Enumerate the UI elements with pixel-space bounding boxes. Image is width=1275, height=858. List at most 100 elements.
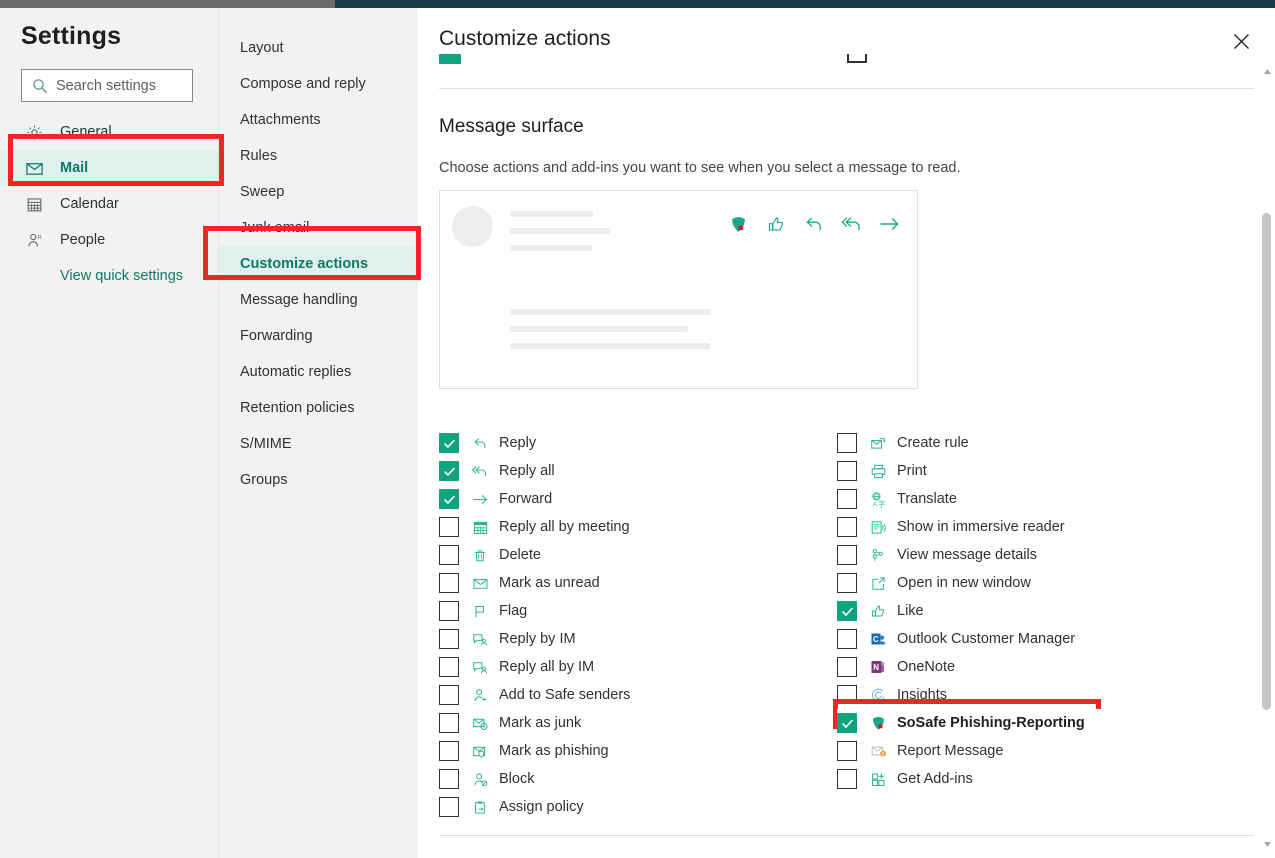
action-label: Show in immersive reader xyxy=(897,519,1065,535)
action-row-delete[interactable]: Delete xyxy=(439,541,839,569)
sidebar-item-label: Mail xyxy=(60,160,88,176)
checkbox[interactable] xyxy=(439,685,459,705)
action-row-get-add-ins[interactable]: Get Add-ins xyxy=(837,765,1237,793)
checkbox[interactable] xyxy=(837,461,857,481)
action-row-show-in-immersive-reader[interactable]: Show in immersive reader xyxy=(837,513,1237,541)
checkbox[interactable] xyxy=(439,629,459,649)
action-row-flag[interactable]: Flag xyxy=(439,597,839,625)
mail-settings-nav: Layout Compose and reply Attachments Rul… xyxy=(218,8,419,858)
checkbox[interactable] xyxy=(439,433,459,453)
action-row-add-to-safe-senders[interactable]: Add to Safe senders xyxy=(439,681,839,709)
checkbox[interactable] xyxy=(837,573,857,593)
action-row-mark-as-phishing[interactable]: Mark as phishing xyxy=(439,737,839,765)
trash-icon xyxy=(467,547,493,564)
panel-scrollbar[interactable] xyxy=(1259,8,1275,858)
action-row-reply-all-by-meeting[interactable]: Reply all by meeting xyxy=(439,513,839,541)
action-row-reply[interactable]: Reply xyxy=(439,429,839,457)
nav-forwarding[interactable]: Forwarding xyxy=(219,318,419,354)
action-row-mark-as-unread[interactable]: Mark as unread xyxy=(439,569,839,597)
scroll-thumb[interactable] xyxy=(1262,213,1271,710)
clipped-checkbox-above-right[interactable] xyxy=(847,54,867,63)
checkbox[interactable] xyxy=(439,489,459,509)
calendar-icon xyxy=(467,519,493,536)
checkbox[interactable] xyxy=(439,769,459,789)
sidebar-item-general[interactable]: General xyxy=(0,114,218,150)
thumbs-up-icon xyxy=(865,603,891,620)
svg-text:A: A xyxy=(872,501,877,508)
checkbox[interactable] xyxy=(439,601,459,621)
checkbox[interactable] xyxy=(837,601,857,621)
checkbox[interactable] xyxy=(439,713,459,733)
checkbox[interactable] xyxy=(439,657,459,677)
checkbox[interactable] xyxy=(837,545,857,565)
checkbox[interactable] xyxy=(837,489,857,509)
nav-groups[interactable]: Groups xyxy=(219,462,419,498)
action-row-insights[interactable]: Insights xyxy=(837,681,1237,709)
checkbox[interactable] xyxy=(439,741,459,761)
reply-icon[interactable] xyxy=(803,213,825,235)
action-row-translate[interactable]: A字 Translate xyxy=(837,485,1237,513)
printer-icon xyxy=(865,463,891,480)
nav-compose-and-reply[interactable]: Compose and reply xyxy=(219,66,419,102)
checkbox[interactable] xyxy=(837,517,857,537)
action-row-block[interactable]: Block xyxy=(439,765,839,793)
close-icon[interactable] xyxy=(1224,24,1258,58)
reply-all-icon[interactable] xyxy=(841,213,863,235)
checkbox[interactable] xyxy=(837,713,857,733)
message-surface-preview xyxy=(439,190,918,389)
action-row-mark-as-junk[interactable]: Mark as junk xyxy=(439,709,839,737)
caret-down-icon[interactable] xyxy=(1259,836,1275,852)
reply-all-icon xyxy=(467,463,493,480)
checkbox[interactable] xyxy=(837,685,857,705)
action-row-onenote[interactable]: N OneNote xyxy=(837,653,1237,681)
nav-attachments[interactable]: Attachments xyxy=(219,102,419,138)
nav-smime[interactable]: S/MIME xyxy=(219,426,419,462)
page-title: Settings xyxy=(21,22,121,51)
clipped-checkbox-above-left[interactable] xyxy=(439,54,461,64)
nav-retention-policies[interactable]: Retention policies xyxy=(219,390,419,426)
nav-junk-email[interactable]: Junk email xyxy=(219,210,419,246)
nav-automatic-replies[interactable]: Automatic replies xyxy=(219,354,419,390)
checkbox[interactable] xyxy=(439,545,459,565)
action-row-assign-policy[interactable]: Assign policy xyxy=(439,793,839,821)
checkbox[interactable] xyxy=(439,517,459,537)
nav-message-handling[interactable]: Message handling xyxy=(219,282,419,318)
view-quick-settings-link[interactable]: View quick settings xyxy=(60,268,183,284)
nav-sweep[interactable]: Sweep xyxy=(219,174,419,210)
checkbox[interactable] xyxy=(439,573,459,593)
search-input[interactable] xyxy=(56,78,176,94)
action-row-view-message-details[interactable]: View message details xyxy=(837,541,1237,569)
action-row-create-rule[interactable]: Create rule xyxy=(837,429,1237,457)
action-label: Like xyxy=(897,603,924,619)
checkbox[interactable] xyxy=(439,797,459,817)
sosafe-shield-icon[interactable] xyxy=(727,213,749,235)
action-row-sosafe-phishing-reporting[interactable]: SoSafe Phishing-Reporting xyxy=(837,709,1237,737)
action-row-print[interactable]: Print xyxy=(837,457,1237,485)
checkbox[interactable] xyxy=(439,461,459,481)
action-row-like[interactable]: Like xyxy=(837,597,1237,625)
checkbox[interactable] xyxy=(837,769,857,789)
thumbs-up-icon[interactable] xyxy=(765,213,787,235)
action-row-reply-by-im[interactable]: Reply by IM xyxy=(439,625,839,653)
action-row-report-message[interactable]: Report Message xyxy=(837,737,1237,765)
forward-arrow-icon[interactable] xyxy=(879,213,901,235)
nav-rules[interactable]: Rules xyxy=(219,138,419,174)
caret-up-icon[interactable] xyxy=(1259,63,1275,79)
checkbox[interactable] xyxy=(837,657,857,677)
nav-label: Automatic replies xyxy=(240,364,351,380)
action-row-forward[interactable]: Forward xyxy=(439,485,839,513)
checkbox[interactable] xyxy=(837,629,857,649)
nav-label: Forwarding xyxy=(240,328,313,344)
checkbox[interactable] xyxy=(837,433,857,453)
nav-customize-actions[interactable]: Customize actions xyxy=(219,246,419,282)
sidebar-item-calendar[interactable]: Calendar xyxy=(0,186,218,222)
checkbox[interactable] xyxy=(837,741,857,761)
sidebar-item-people[interactable]: R People xyxy=(0,222,218,258)
action-row-reply-all-by-im[interactable]: Reply all by IM xyxy=(439,653,839,681)
search-settings-box[interactable] xyxy=(21,69,193,102)
action-row-reply-all[interactable]: Reply all xyxy=(439,457,839,485)
nav-layout[interactable]: Layout xyxy=(219,30,419,66)
action-row-outlook-customer-manager[interactable]: C Outlook Customer Manager xyxy=(837,625,1237,653)
sidebar-item-mail[interactable]: Mail xyxy=(0,150,218,186)
action-row-open-in-new-window[interactable]: Open in new window xyxy=(837,569,1237,597)
